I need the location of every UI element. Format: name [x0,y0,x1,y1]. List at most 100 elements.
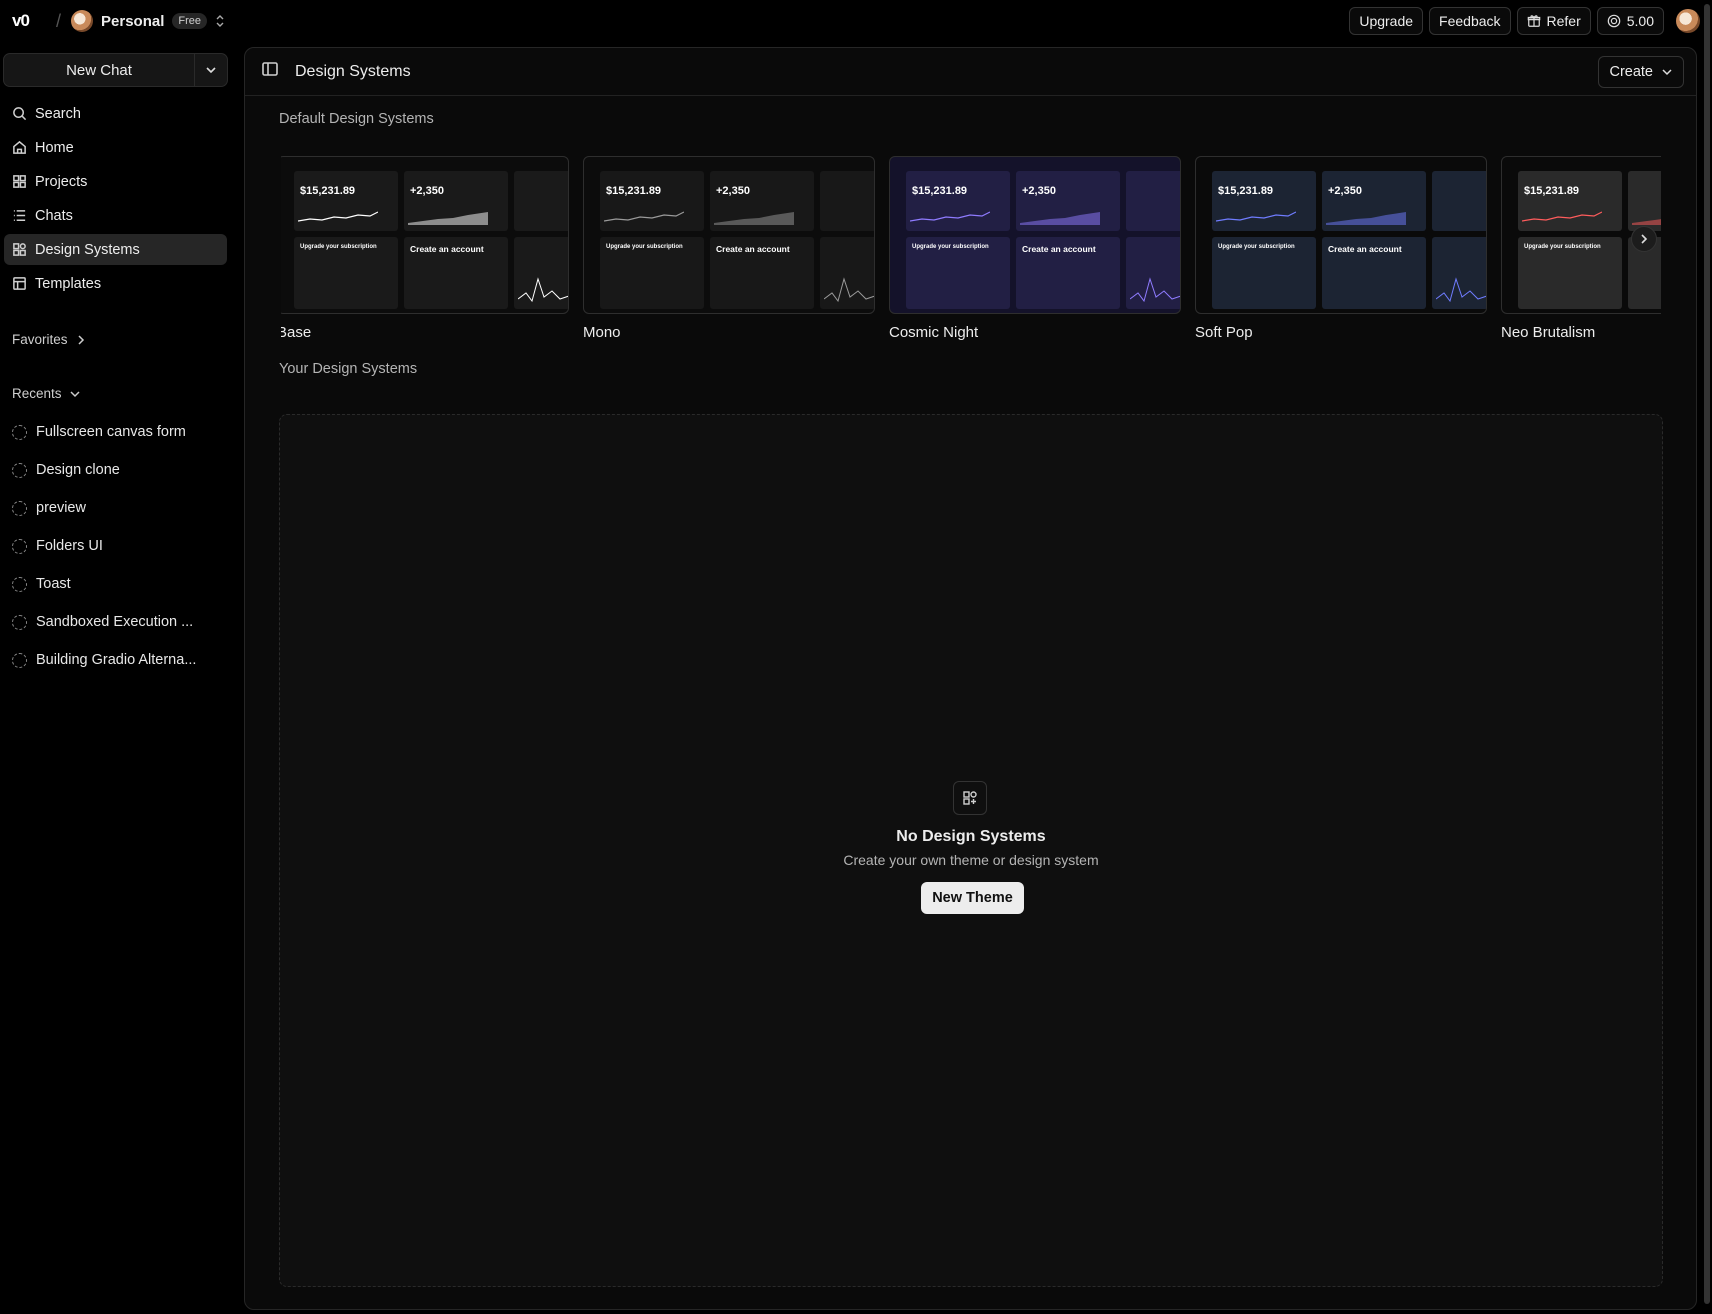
design-system-preview: $15,231.89 +2,350 Upgrade your subscript… [889,156,1181,314]
default-systems-carousel: $15,231.89 +2,350 Upgrade your subscript… [281,156,1661,346]
page-scrollbar[interactable] [1704,4,1710,1304]
preview-account-title: Create an account [716,244,790,254]
preview-subscriptions-card: +2,350 [1016,171,1120,231]
preview-calendar [1126,171,1180,231]
new-theme-button[interactable]: New Theme [921,882,1024,914]
create-button[interactable]: Create [1598,55,1684,88]
feedback-button[interactable]: Feedback [1429,7,1511,35]
sidebar-item-home[interactable]: Home [4,132,227,163]
preview-subscriptions-card: +2,350 [1322,171,1426,231]
upgrade-button[interactable]: Upgrade [1349,7,1424,35]
recent-chat-item[interactable]: preview [12,489,222,527]
recent-chat-label: Fullscreen canvas form [36,424,186,440]
preview-calendar [820,171,874,231]
v0-logo[interactable]: v0 [12,11,42,31]
create-label: Create [1609,63,1653,80]
preview-revenue-value: $15,231.89 [1524,185,1580,197]
sidebar-item-templates[interactable]: Templates [4,268,227,299]
chat-status-icon [12,462,27,478]
sidebar-item-label: Search [35,105,81,122]
preview-subscriptions-card: +2,350 [404,171,508,231]
recent-chat-label: Design clone [36,462,120,478]
preview-upgrade-card: Upgrade your subscription [1518,237,1622,309]
preview-subscriptions-value: +2,350 [1022,185,1056,197]
list-icon [13,210,26,221]
preview-upgrade-card: Upgrade your subscription [1212,237,1316,309]
recent-chat-label: Sandboxed Execution ... [36,614,194,630]
sidebar-item-search[interactable]: Search [4,98,227,129]
top-bar: v0 / Personal Free Upgrade Feedback Refe… [0,0,1712,42]
empty-state-title: No Design Systems [896,828,1046,845]
preview-upgrade-title: Upgrade your subscription [912,244,989,250]
preview-chart-card [514,237,568,309]
team-avatar [71,10,94,32]
design-system-card[interactable]: $15,231.89 +2,350 Upgrade your subscript… [1195,156,1487,341]
recent-chat-label: Building Gradio Alterna... [36,652,197,668]
recent-chat-item[interactable]: Fullscreen canvas form [12,413,222,451]
sidebar-item-design-systems[interactable]: Design Systems [4,234,227,265]
favorites-header[interactable]: Favorites [12,332,86,347]
preview-calendar [1432,171,1486,231]
preview-revenue-card: $15,231.89 [1518,171,1622,231]
credits-icon [1607,14,1621,28]
recent-chat-item[interactable]: Building Gradio Alterna... [12,641,222,679]
page-title: Design Systems [295,62,411,80]
sidebar-item-label: Design Systems [35,241,140,258]
sidebar-item-projects[interactable]: Projects [4,166,227,197]
recent-chat-item[interactable]: Folders UI [12,527,222,565]
team-name: Personal [101,12,165,30]
default-systems-heading: Default Design Systems [279,111,434,127]
preview-revenue-value: $15,231.89 [912,185,968,197]
carousel-next-button[interactable] [1631,226,1657,252]
new-chat-dropdown[interactable] [195,54,227,86]
preview-upgrade-title: Upgrade your subscription [1524,244,1601,250]
team-switcher[interactable]: Personal Free [71,10,225,32]
preview-upgrade-title: Upgrade your subscription [606,244,683,250]
chat-status-icon [12,652,27,668]
preview-account-card: Create an account [710,237,814,309]
preview-account-card: Create an account [1322,237,1426,309]
preview-chart-card [1432,237,1486,309]
preview-revenue-value: $15,231.89 [606,185,662,197]
preview-subscriptions-card [1628,171,1661,231]
plan-badge: Free [172,13,208,29]
sidebar: New Chat Search Home Projects Chats Desi… [0,42,228,1314]
credits-button[interactable]: 5.00 [1596,7,1664,35]
preview-revenue-card: $15,231.89 [600,171,704,231]
recent-chat-label: preview [36,500,86,516]
chat-status-icon [12,424,27,440]
design-system-name: Cosmic Night [889,324,979,341]
chevron-up-down-icon [215,14,225,28]
preview-chart-card [1126,237,1180,309]
refer-button[interactable]: Refer [1516,7,1591,35]
design-system-card[interactable]: $15,231.89 +2,350 Upgrade your subscript… [889,156,1181,341]
recents-list: Fullscreen canvas form Design clone prev… [12,413,222,679]
sidebar-item-chats[interactable]: Chats [4,200,227,231]
design-system-card[interactable]: $15,231.89 +2,350 Upgrade your subscript… [281,156,569,341]
recent-chat-item[interactable]: Toast [12,565,222,603]
preview-account-title: Create an account [1022,244,1096,254]
design-systems-icon [13,243,26,256]
recents-label: Recents [12,386,62,401]
preview-chart-card [820,237,874,309]
new-chat-button[interactable]: New Chat [4,54,195,86]
recent-chat-item[interactable]: Sandboxed Execution ... [12,603,222,641]
chat-status-icon [12,576,27,592]
your-systems-heading: Your Design Systems [279,361,418,377]
preview-subscriptions-value: +2,350 [410,185,444,197]
sidebar-item-label: Home [35,139,74,156]
preview-account-card: Create an account [1016,237,1120,309]
design-system-name: Neo Brutalism [1501,324,1596,341]
sidebar-toggle-button[interactable] [261,60,279,83]
preview-calendar [514,171,568,231]
recent-chat-item[interactable]: Design clone [12,451,222,489]
preview-revenue-value: $15,231.89 [300,185,356,197]
chat-status-icon [12,538,27,554]
chevron-down-icon [1662,68,1672,75]
design-system-name: Soft Pop [1195,324,1253,341]
user-avatar[interactable] [1676,9,1700,33]
design-system-card[interactable]: $15,231.89 +2,350 Upgrade your subscript… [583,156,875,341]
sidebar-item-label: Chats [35,207,73,224]
recents-header[interactable]: Recents [12,386,80,401]
preview-subscriptions-card: +2,350 [710,171,814,231]
